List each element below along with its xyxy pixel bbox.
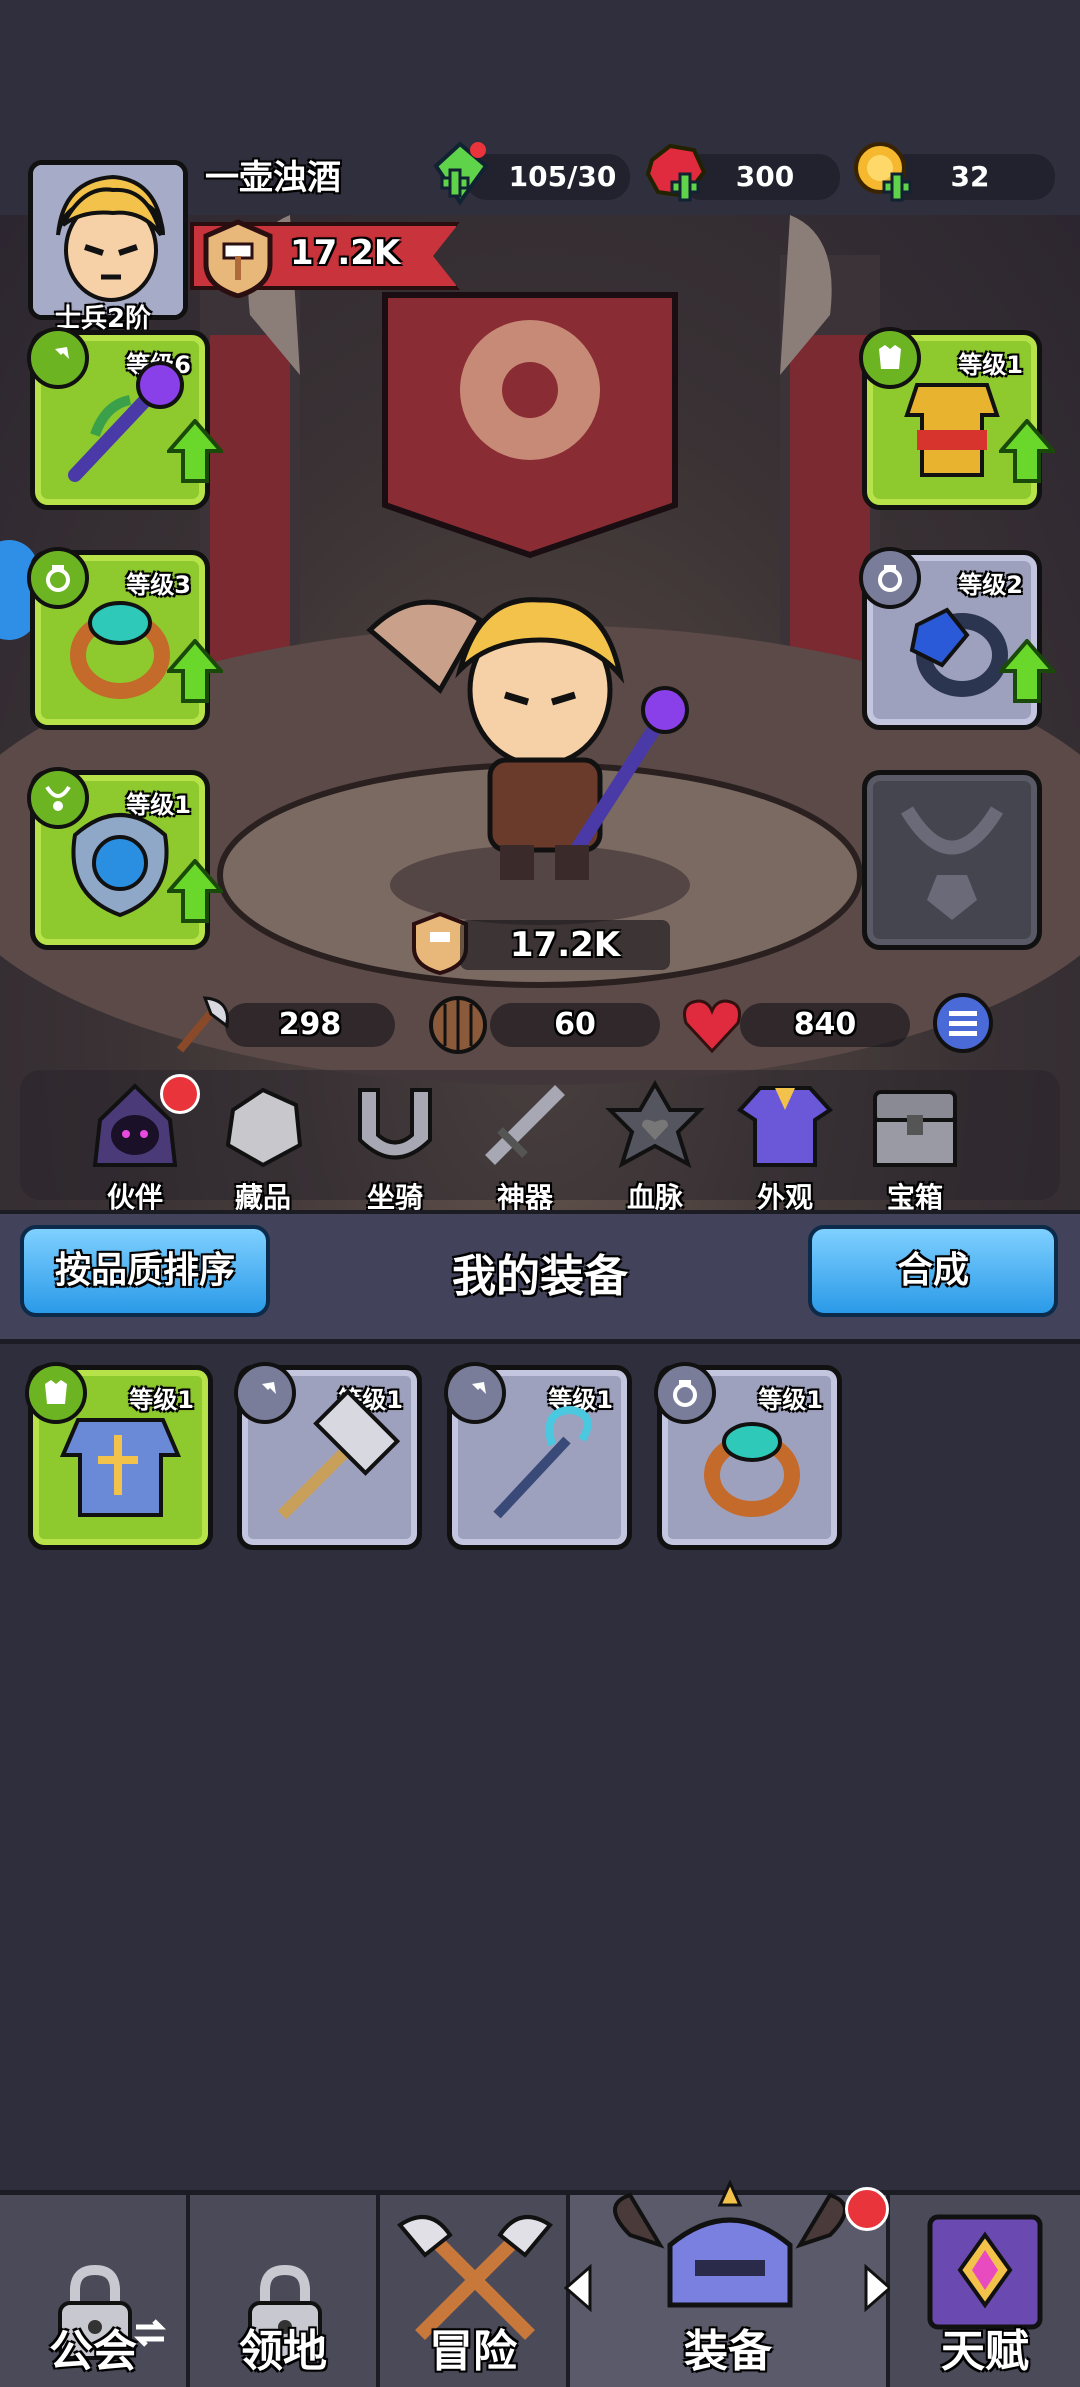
chest-icon bbox=[873, 1090, 957, 1167]
merge-button[interactable]: 合成 bbox=[808, 1225, 1058, 1317]
upgrade-arrow-icon bbox=[167, 859, 223, 923]
gold-coin-icon[interactable] bbox=[850, 138, 920, 208]
defense-stat: 60 bbox=[490, 1003, 660, 1047]
mount-horseshoe-icon bbox=[358, 1088, 432, 1160]
notification-dot bbox=[845, 2187, 889, 2231]
nav-prev-arrow-icon[interactable] bbox=[560, 2263, 596, 2313]
nav-equipment-active[interactable]: 装备 bbox=[570, 2179, 890, 2387]
player-power: 17.2K bbox=[290, 233, 401, 273]
nav-adventure[interactable]: 冒险 bbox=[380, 2195, 570, 2387]
hp-value: 840 bbox=[793, 1007, 857, 1042]
equip-slot-weapon[interactable]: 等级6 bbox=[27, 327, 223, 510]
stats-detail-button[interactable] bbox=[933, 993, 993, 1053]
nav-label: 领地 bbox=[239, 2326, 327, 2377]
menu-artifact[interactable]: 神器 bbox=[470, 1080, 580, 1216]
menu-mount[interactable]: 坐骑 bbox=[340, 1080, 450, 1216]
inventory-item-ring[interactable]: 等级1 bbox=[654, 1362, 842, 1550]
menu-collection[interactable]: 藏品 bbox=[208, 1080, 318, 1216]
appearance-robe-icon bbox=[736, 1086, 834, 1167]
player-portrait-icon bbox=[33, 165, 183, 315]
nav-guild[interactable]: 公会 bbox=[0, 2195, 190, 2387]
menu-bloodline[interactable]: 血脉 bbox=[600, 1079, 710, 1216]
inventory-title: 我的装备 bbox=[452, 1251, 628, 1302]
upgrade-arrow-icon bbox=[167, 639, 223, 703]
nav-label: 天赋 bbox=[941, 2326, 1029, 2377]
hero-character bbox=[366, 597, 689, 880]
equip-slot-necklace-empty[interactable] bbox=[862, 770, 1042, 950]
ruby-icon[interactable] bbox=[642, 140, 710, 206]
hp-stat: 840 bbox=[740, 1003, 910, 1047]
menu-chest[interactable]: 宝箱 bbox=[860, 1080, 970, 1216]
helmet-icon bbox=[613, 2179, 847, 2308]
equip-slot-necklace[interactable]: 等级1 bbox=[27, 767, 223, 950]
collection-stone-icon bbox=[225, 1087, 303, 1168]
nav-label: 冒险 bbox=[429, 2326, 517, 2377]
hammer-item-icon bbox=[277, 1388, 401, 1520]
defense-shield-icon bbox=[429, 996, 487, 1054]
attack-stat: 298 bbox=[225, 1003, 395, 1047]
avatar[interactable] bbox=[28, 160, 188, 320]
upgrade-arrow-icon bbox=[167, 419, 223, 483]
nav-label: 公会 bbox=[49, 2326, 137, 2377]
upgrade-arrow-icon bbox=[999, 639, 1055, 703]
player-name: 一壶浊酒 bbox=[205, 158, 341, 198]
bloodline-emblem-icon bbox=[605, 1079, 705, 1169]
equip-slot-armor[interactable]: 等级1 bbox=[859, 327, 1055, 510]
menu-partner[interactable]: 伙伴 bbox=[80, 1074, 200, 1216]
artifact-sword-icon bbox=[485, 1085, 565, 1165]
attack-value: 298 bbox=[278, 1007, 342, 1042]
staff-item-icon bbox=[493, 1405, 592, 1519]
ring-item-icon bbox=[704, 1422, 800, 1517]
equip-slot-ring[interactable]: 等级3 bbox=[27, 547, 223, 730]
inventory-item-armor[interactable]: 等级1 bbox=[25, 1362, 213, 1550]
upgrade-arrow-icon bbox=[999, 419, 1055, 483]
list-icon bbox=[949, 1011, 977, 1036]
nav-territory[interactable]: 领地 bbox=[190, 2195, 380, 2387]
necklace-placeholder-icon bbox=[900, 806, 1004, 920]
hero-power-value: 17.2K bbox=[509, 925, 621, 965]
hp-heart-icon bbox=[683, 999, 741, 1054]
power-shield-icon bbox=[203, 219, 273, 298]
inventory-item-staff[interactable]: 等级1 bbox=[444, 1362, 632, 1550]
equip-slot-ring-2[interactable]: 等级2 bbox=[859, 547, 1055, 730]
notification-dot bbox=[160, 1074, 200, 1114]
blue-armor-icon bbox=[59, 1418, 182, 1517]
inventory-item-hammer[interactable]: 等级1 bbox=[234, 1362, 422, 1550]
defense-value: 60 bbox=[554, 1007, 596, 1042]
nav-label: 装备 bbox=[684, 2326, 772, 2377]
hero-power-bar: 17.2K bbox=[460, 920, 670, 970]
nav-talent[interactable]: 天赋 bbox=[890, 2195, 1080, 2387]
menu-appearance[interactable]: 外观 bbox=[730, 1080, 840, 1216]
stamina-gem-icon[interactable] bbox=[430, 138, 496, 208]
sort-by-quality-button[interactable]: 按品质排序 bbox=[20, 1225, 270, 1317]
